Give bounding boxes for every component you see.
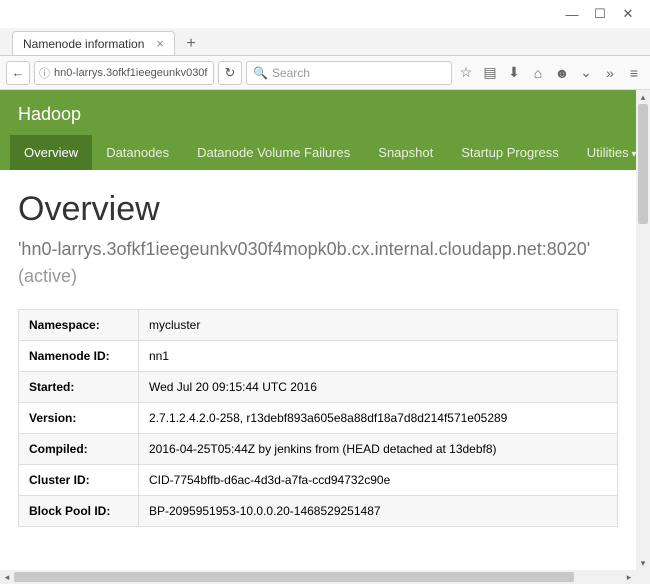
main-content: Overview 'hn0-larrys.3ofkf1ieegeunkv030f… xyxy=(0,170,636,547)
nav-snapshot[interactable]: Snapshot xyxy=(364,135,447,170)
sidebar-icon[interactable]: ▤ xyxy=(480,61,500,85)
info-icon: ⓘ xyxy=(39,65,50,81)
row-value: mycluster xyxy=(139,310,618,341)
row-label: Compiled: xyxy=(19,434,139,465)
new-tab-button[interactable]: + xyxy=(179,33,203,55)
nav-datanodes[interactable]: Datanodes xyxy=(92,135,183,170)
table-row: Block Pool ID:BP-2095951953-10.0.0.20-14… xyxy=(19,496,618,527)
page-title: Overview xyxy=(18,190,618,229)
table-row: Cluster ID:CID-7754bffb-d6ac-4d3d-a7fa-c… xyxy=(19,465,618,496)
row-value: BP-2095951953-10.0.0.20-1468529251487 xyxy=(139,496,618,527)
row-value: 2.7.1.2.4.2.0-258, r13debf893a605e8a88df… xyxy=(139,403,618,434)
download-icon[interactable]: ⬇ xyxy=(504,61,524,85)
app-header: Hadoop Overview Datanodes Datanode Volum… xyxy=(0,90,636,170)
page-viewport: Hadoop Overview Datanodes Datanode Volum… xyxy=(0,90,636,570)
table-row: Namenode ID:nn1 xyxy=(19,341,618,372)
brand-label: Hadoop xyxy=(0,104,636,135)
back-button[interactable]: ← xyxy=(6,61,30,85)
nav-overview[interactable]: Overview xyxy=(10,135,92,170)
row-label: Started: xyxy=(19,372,139,403)
row-label: Version: xyxy=(19,403,139,434)
row-value: CID-7754bffb-d6ac-4d3d-a7fa-ccd94732c90e xyxy=(139,465,618,496)
reload-button[interactable]: ↻ xyxy=(218,61,242,85)
scroll-down-icon[interactable]: ▾ xyxy=(636,556,650,570)
close-window-button[interactable]: ✕ xyxy=(614,4,642,24)
browser-tabbar: Namenode information × + xyxy=(0,28,650,56)
bookmark-icon[interactable]: ☆ xyxy=(456,61,476,85)
nav-volume-failures[interactable]: Datanode Volume Failures xyxy=(183,135,364,170)
overflow-icon[interactable]: » xyxy=(600,61,620,85)
row-value: nn1 xyxy=(139,341,618,372)
table-row: Version:2.7.1.2.4.2.0-258, r13debf893a60… xyxy=(19,403,618,434)
nav-utilities[interactable]: Utilities xyxy=(573,135,636,170)
row-value: 2016-04-25T05:44Z by jenkins from (HEAD … xyxy=(139,434,618,465)
browser-toolbar: ← ⓘ hn0-larrys.3ofkf1ieegeunkv030f ↻ 🔍 S… xyxy=(0,56,650,90)
pocket-icon[interactable]: ⌄ xyxy=(576,61,596,85)
hscroll-thumb[interactable] xyxy=(14,572,574,582)
url-bar[interactable]: ⓘ hn0-larrys.3ofkf1ieegeunkv030f xyxy=(34,61,214,85)
smiley-icon[interactable]: ☻ xyxy=(552,61,572,85)
window-titlebar: — ☐ ✕ xyxy=(0,0,650,28)
scroll-right-icon[interactable]: ▸ xyxy=(622,570,636,584)
search-box[interactable]: 🔍 Search xyxy=(246,61,452,85)
row-label: Namespace: xyxy=(19,310,139,341)
scroll-left-icon[interactable]: ◂ xyxy=(0,570,14,584)
nav-startup-progress[interactable]: Startup Progress xyxy=(447,135,573,170)
table-row: Namespace:mycluster xyxy=(19,310,618,341)
row-label: Block Pool ID: xyxy=(19,496,139,527)
url-text: hn0-larrys.3ofkf1ieegeunkv030f xyxy=(54,67,207,79)
row-label: Cluster ID: xyxy=(19,465,139,496)
status-line: (active) xyxy=(18,266,618,287)
host-line: 'hn0-larrys.3ofkf1ieegeunkv030f4mopk0b.c… xyxy=(18,239,618,260)
info-table: Namespace:mycluster Namenode ID:nn1 Star… xyxy=(18,309,618,527)
tab-title: Namenode information xyxy=(23,37,144,51)
minimize-button[interactable]: — xyxy=(558,4,586,24)
scroll-corner xyxy=(636,570,650,584)
close-tab-icon[interactable]: × xyxy=(156,36,164,51)
browser-tab[interactable]: Namenode information × xyxy=(12,31,175,55)
row-label: Namenode ID: xyxy=(19,341,139,372)
home-icon[interactable]: ⌂ xyxy=(528,61,548,85)
table-row: Compiled:2016-04-25T05:44Z by jenkins fr… xyxy=(19,434,618,465)
maximize-button[interactable]: ☐ xyxy=(586,4,614,24)
menu-icon[interactable]: ≡ xyxy=(624,61,644,85)
vscroll-thumb[interactable] xyxy=(638,104,648,224)
search-icon: 🔍 xyxy=(253,66,268,80)
scroll-up-icon[interactable]: ▴ xyxy=(636,90,650,104)
row-value: Wed Jul 20 09:15:44 UTC 2016 xyxy=(139,372,618,403)
horizontal-scrollbar[interactable]: ◂ ▸ xyxy=(0,570,636,584)
nav-menu: Overview Datanodes Datanode Volume Failu… xyxy=(0,135,636,170)
vertical-scrollbar[interactable]: ▴ ▾ xyxy=(636,90,650,570)
search-placeholder: Search xyxy=(272,66,310,80)
table-row: Started:Wed Jul 20 09:15:44 UTC 2016 xyxy=(19,372,618,403)
